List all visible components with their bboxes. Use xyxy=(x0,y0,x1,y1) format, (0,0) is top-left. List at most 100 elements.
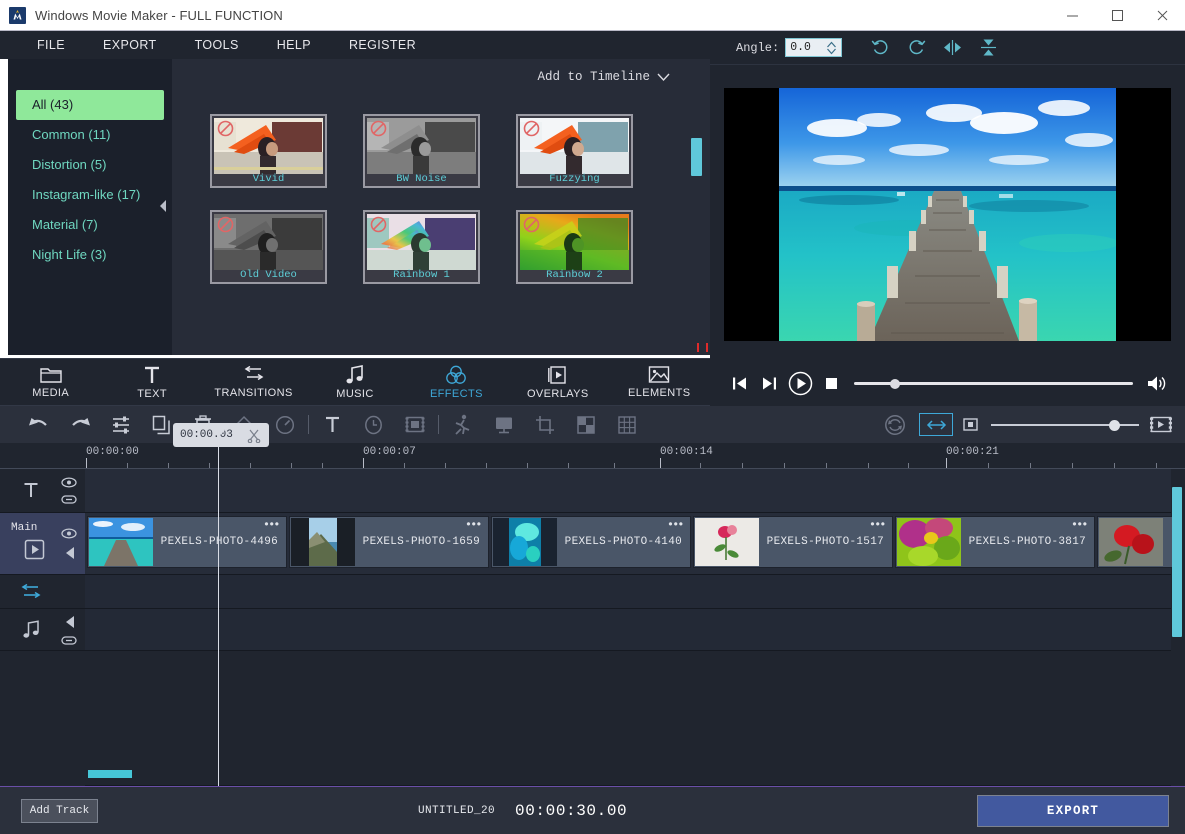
track-header-music[interactable] xyxy=(0,609,85,651)
tab-media[interactable]: MEDIA xyxy=(0,358,101,406)
clip-options-icon[interactable]: ••• xyxy=(466,520,482,528)
stop-icon[interactable] xyxy=(816,368,846,398)
speed-gauge-icon[interactable] xyxy=(264,406,305,443)
collapse-panel-icon[interactable] xyxy=(158,198,168,214)
angle-stepper[interactable] xyxy=(825,40,838,56)
link-icon[interactable] xyxy=(61,636,77,645)
fit-width-icon[interactable] xyxy=(919,413,953,436)
effect-item[interactable]: Rainbow 1 xyxy=(363,210,480,284)
effects-scrollbar-thumb[interactable] xyxy=(691,138,702,176)
timeline-scrollbar[interactable] xyxy=(1172,471,1182,783)
timeline-clip[interactable]: ••• PEXELS-PHOTO-4140 xyxy=(491,516,691,568)
timeline-playhead[interactable]: 00:00:03 xyxy=(218,443,219,786)
next-frame-icon[interactable] xyxy=(754,368,784,398)
playhead-marker[interactable]: 00:00:03 xyxy=(173,423,269,447)
video-icon[interactable] xyxy=(24,539,45,565)
tab-text[interactable]: TEXT xyxy=(101,358,202,406)
scrubber-handle[interactable] xyxy=(890,379,900,389)
effect-item[interactable]: Vivid xyxy=(210,114,327,188)
link-icon[interactable] xyxy=(61,495,77,504)
refresh-icon[interactable] xyxy=(874,406,915,443)
no-effect-icon xyxy=(369,215,388,234)
motion-person-icon[interactable] xyxy=(442,406,483,443)
minimize-icon[interactable] xyxy=(1050,0,1095,31)
maximize-icon[interactable] xyxy=(1095,0,1140,31)
text-tool-icon[interactable] xyxy=(312,406,353,443)
clip-options-icon[interactable]: ••• xyxy=(1072,520,1088,528)
timeline-clip[interactable] xyxy=(1097,516,1173,568)
effect-item[interactable]: Rainbow 2 xyxy=(516,210,633,284)
timeline-clip[interactable]: ••• PEXELS-PHOTO-3817 xyxy=(895,516,1095,568)
close-icon[interactable] xyxy=(1140,0,1185,31)
volume-icon[interactable] xyxy=(1141,368,1171,398)
clip-options-icon[interactable]: ••• xyxy=(870,520,886,528)
scissors-icon[interactable] xyxy=(247,428,262,443)
grid-icon[interactable] xyxy=(606,406,647,443)
no-effect-icon xyxy=(522,215,541,234)
text-track-lane[interactable] xyxy=(85,469,1171,513)
play-icon[interactable] xyxy=(784,368,816,398)
category-distortion[interactable]: Distortion (5) xyxy=(16,150,164,180)
category-common[interactable]: Common (11) xyxy=(16,120,164,150)
crop-icon[interactable] xyxy=(524,406,565,443)
timeline-clip[interactable]: ••• PEXELS-PHOTO-1517 xyxy=(693,516,893,568)
rotate-left-icon[interactable] xyxy=(866,31,894,65)
category-instagram-like[interactable]: Instagram-like (17) xyxy=(16,180,164,210)
effect-item[interactable]: BW Noise xyxy=(363,114,480,188)
track-header-text[interactable] xyxy=(0,469,85,513)
tab-music[interactable]: MUSIC xyxy=(304,358,405,406)
category-night-life[interactable]: Night Life (3) xyxy=(16,240,164,270)
menu-help[interactable]: HELP xyxy=(264,31,324,59)
add-to-timeline-dropdown[interactable]: Add to Timeline xyxy=(537,70,670,84)
flip-horizontal-icon[interactable] xyxy=(938,31,966,65)
main-track-lane[interactable]: ••• PEXELS-PHOTO-4496 ••• PEXELS-PHOTO-1… xyxy=(85,513,1171,575)
export-button[interactable]: EXPORT xyxy=(977,795,1169,827)
menu-register[interactable]: REGISTER xyxy=(336,31,429,59)
redo-icon[interactable] xyxy=(59,406,100,443)
frame-large-icon[interactable] xyxy=(1147,406,1175,443)
project-name: UNTITLED_20 xyxy=(418,805,495,817)
effect-item[interactable]: Fuzzying xyxy=(516,114,633,188)
transition-track-lane[interactable] xyxy=(85,575,1171,609)
eye-icon[interactable] xyxy=(61,528,77,539)
tab-elements[interactable]: ELEMENTS xyxy=(609,358,710,406)
clip-options-icon[interactable]: ••• xyxy=(264,520,280,528)
speaker-icon[interactable] xyxy=(63,546,76,560)
effect-item[interactable]: Old Video xyxy=(210,210,327,284)
tab-overlays[interactable]: OVERLAYS xyxy=(507,358,608,406)
adjust-sliders-icon[interactable] xyxy=(100,406,141,443)
timeline-clip[interactable]: ••• PEXELS-PHOTO-1659 xyxy=(289,516,489,568)
flip-vertical-icon[interactable] xyxy=(974,31,1002,65)
track-header-main[interactable]: Main xyxy=(0,513,85,575)
screen-icon[interactable] xyxy=(483,406,524,443)
angle-input[interactable]: 0.0 xyxy=(785,38,842,57)
tab-transitions[interactable]: TRANSITIONS xyxy=(203,358,304,406)
speaker-icon[interactable] xyxy=(63,615,76,629)
music-track-lane[interactable] xyxy=(85,609,1171,651)
empty-track-lane[interactable] xyxy=(85,651,1171,786)
clock-icon[interactable] xyxy=(353,406,394,443)
zoom-slider-handle[interactable] xyxy=(1109,420,1120,431)
clip-options-icon[interactable]: ••• xyxy=(668,520,684,528)
rotate-right-icon[interactable] xyxy=(902,31,930,65)
zoom-slider[interactable] xyxy=(991,410,1139,440)
timeline-clip[interactable]: ••• PEXELS-PHOTO-4496 xyxy=(87,516,287,568)
add-track-button[interactable]: Add Track xyxy=(21,799,98,823)
film-strip-icon[interactable] xyxy=(394,406,435,443)
menu-file[interactable]: FILE xyxy=(24,31,78,59)
timeline-scrollbar-thumb[interactable] xyxy=(1172,487,1182,637)
status-bar: Add Track UNTITLED_20 00:00:30.00 EXPORT xyxy=(0,786,1185,834)
category-material[interactable]: Material (7) xyxy=(16,210,164,240)
menu-tools[interactable]: TOOLS xyxy=(182,31,252,59)
eye-icon[interactable] xyxy=(61,477,77,488)
preview-scrubber[interactable] xyxy=(854,368,1133,398)
menu-export[interactable]: EXPORT xyxy=(90,31,170,59)
frame-small-icon[interactable] xyxy=(957,406,983,443)
category-all[interactable]: All (43) xyxy=(16,90,164,120)
track-header-transition[interactable] xyxy=(0,575,85,609)
preview-stage[interactable] xyxy=(724,88,1171,341)
previous-frame-icon[interactable] xyxy=(724,368,754,398)
tab-effects[interactable]: EFFECTS xyxy=(406,358,507,406)
mosaic-icon[interactable] xyxy=(565,406,606,443)
undo-icon[interactable] xyxy=(18,406,59,443)
